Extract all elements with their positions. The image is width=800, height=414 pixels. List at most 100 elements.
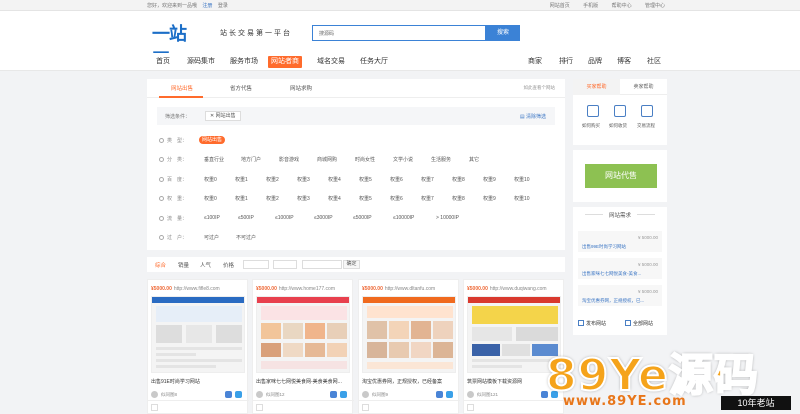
tab-seller-help[interactable]: 卖家帮助 (620, 79, 667, 95)
filter-option[interactable]: 不可过户 (236, 234, 256, 241)
search-button[interactable]: 搜索 (486, 25, 520, 41)
nav-merchants[interactable]: 商家 (525, 56, 545, 68)
filter-option[interactable]: 网站出售 (199, 136, 226, 144)
nav-service-market[interactable]: 服务市场 (227, 56, 261, 68)
filter-option[interactable]: 权重4 (328, 176, 341, 183)
filter-option[interactable]: > 10000IP (436, 215, 459, 221)
nav-blog[interactable]: 博客 (614, 56, 634, 68)
tab-consign-sale[interactable]: 省方代售 (230, 84, 252, 92)
filter-option[interactable]: 权重3 (297, 195, 310, 202)
demand-name[interactable]: 出售99E时尚学习网站 (582, 244, 660, 250)
nav-home[interactable]: 首页 (153, 56, 173, 68)
filter-option[interactable]: 商城网购 (317, 156, 337, 163)
filter-option[interactable]: ≤10000IP (393, 215, 414, 221)
card-seller[interactable]: 似同图121 (477, 392, 498, 398)
demand-name[interactable]: 淘宝优惠券网，正规授权，已... (582, 298, 660, 304)
compare-checkbox[interactable] (256, 404, 263, 411)
compare-checkbox[interactable] (467, 404, 474, 411)
compare-checkbox[interactable] (151, 404, 158, 411)
filter-option[interactable]: 权重8 (452, 176, 465, 183)
consign-sell-button[interactable]: 网站代售 (585, 164, 657, 188)
mobile-link[interactable]: 手机版 (583, 3, 598, 9)
nav-community[interactable]: 社区 (644, 56, 664, 68)
demand-item[interactable]: ¥ 5000.00 出售99E时尚学习网站 (578, 231, 662, 252)
sort-popularity[interactable]: 人气 (200, 261, 211, 269)
sort-default[interactable]: 综合 (155, 261, 166, 269)
tab-website-sale[interactable]: 网站出售 (171, 84, 193, 92)
help-how-to-buy[interactable]: 如何购买 (582, 123, 600, 129)
price-max-input[interactable] (273, 260, 297, 269)
filter-option[interactable]: 权重9 (483, 176, 496, 183)
card-seller[interactable]: 似同图12 (266, 392, 285, 398)
card-title[interactable]: 出售家咪七七网悦美食网-美食美食网... (256, 378, 350, 385)
filter-option[interactable]: 权重8 (452, 195, 465, 202)
all-sites-link[interactable]: 全部网站 (625, 320, 653, 327)
listing-card[interactable]: ¥5000.00 http://www.home177.com 出售家咪七七网悦美… (252, 279, 354, 414)
filter-option[interactable]: ≤500IP (238, 215, 254, 221)
listing-card[interactable]: ¥5000.00 http://www.fifle8.com 出售91E时尚学习网… (147, 279, 249, 414)
filter-option[interactable]: 权重7 (421, 195, 434, 202)
how-to-view-link[interactable]: 如此查看个网站 (524, 85, 556, 91)
filter-option[interactable]: 权重5 (359, 176, 372, 183)
card-title[interactable]: 淘宝优惠券网，正规授权，已经备案 (362, 378, 456, 385)
card-seller[interactable]: 似同图8 (161, 392, 177, 398)
filter-option[interactable]: 时尚女性 (355, 156, 375, 163)
nav-ranking[interactable]: 排行 (556, 56, 576, 68)
process-icon[interactable] (641, 105, 653, 117)
help-trade-process[interactable]: 交易流程 (637, 123, 655, 129)
filter-option[interactable]: 权重1 (235, 195, 248, 202)
filter-option[interactable]: 其它 (469, 156, 479, 163)
nav-brands[interactable]: 品牌 (585, 56, 605, 68)
filter-option[interactable]: 权重5 (359, 195, 372, 202)
filter-option[interactable]: ≤5000IP (353, 215, 372, 221)
filter-option[interactable]: 权重10 (514, 176, 530, 183)
nav-website-trade[interactable]: 网站者商 (268, 56, 302, 68)
filter-option[interactable]: 生活服务 (431, 156, 451, 163)
filter-option[interactable]: 权重4 (328, 195, 341, 202)
admin-link[interactable]: 管理中心 (645, 3, 665, 9)
filter-option[interactable]: 权重6 (390, 176, 403, 183)
nav-source-market[interactable]: 源码集市 (184, 56, 218, 68)
receive-icon[interactable] (614, 105, 626, 117)
filter-option[interactable]: ≤100IP (204, 215, 220, 221)
filter-chip[interactable]: ✕ 网站出售 (205, 111, 241, 121)
tab-buyer-help[interactable]: 买家帮助 (573, 79, 620, 95)
help-link[interactable]: 帮助中心 (612, 3, 632, 9)
card-seller[interactable]: 似同图9 (372, 392, 388, 398)
cart-icon[interactable] (587, 105, 599, 117)
price-min-input[interactable] (243, 260, 269, 269)
filter-option[interactable]: 垂直行业 (204, 156, 224, 163)
filter-option[interactable]: 地方门户 (241, 156, 261, 163)
filter-option[interactable]: ≤1000IP (275, 215, 294, 221)
filter-option[interactable]: 文学小说 (393, 156, 413, 163)
sort-confirm-button[interactable]: 确定 (343, 260, 360, 269)
publish-site-link[interactable]: 发布网站 (578, 320, 606, 327)
filter-option[interactable]: 权重2 (266, 195, 279, 202)
card-thumbnail[interactable] (151, 296, 245, 373)
register-link[interactable]: 注册 (202, 3, 212, 9)
filter-option[interactable]: 权重10 (514, 195, 530, 202)
filter-option[interactable]: 可过户 (204, 234, 219, 241)
filter-option[interactable]: 权重0 (204, 195, 217, 202)
demand-item[interactable]: ¥ 5000.00 出售家咪七七网悦美食-美食... (578, 258, 662, 279)
listing-card[interactable]: ¥5000.00 http://www.dltanfu.com 淘宝优惠券网，正规… (358, 279, 460, 414)
tab-website-wanted[interactable]: 网站求购 (290, 84, 312, 92)
price-range-input[interactable] (302, 260, 342, 269)
sort-sales[interactable]: 销量 (178, 261, 189, 269)
demand-item[interactable]: ¥ 5000.00 淘宝优惠券网，正规授权，已... (578, 285, 662, 306)
card-thumbnail[interactable] (256, 296, 350, 373)
card-thumbnail[interactable] (362, 296, 456, 373)
help-how-to-receive[interactable]: 如何收货 (609, 123, 627, 129)
sort-price[interactable]: 价格 (223, 261, 234, 269)
filter-option[interactable]: 权重2 (266, 176, 279, 183)
card-title[interactable]: 出售91E时尚学习网站 (151, 378, 245, 385)
nav-domain-trade[interactable]: 域名交易 (314, 56, 348, 68)
search-input[interactable] (313, 26, 483, 40)
login-link[interactable]: 登录 (218, 3, 228, 9)
filter-option[interactable]: 权重9 (483, 195, 496, 202)
filter-option[interactable]: 权重1 (235, 176, 248, 183)
filter-option[interactable]: 权重6 (390, 195, 403, 202)
filter-option[interactable]: 影音游戏 (279, 156, 299, 163)
nav-task-hall[interactable]: 任务大厅 (357, 56, 391, 68)
filter-option[interactable]: 权重7 (421, 176, 434, 183)
